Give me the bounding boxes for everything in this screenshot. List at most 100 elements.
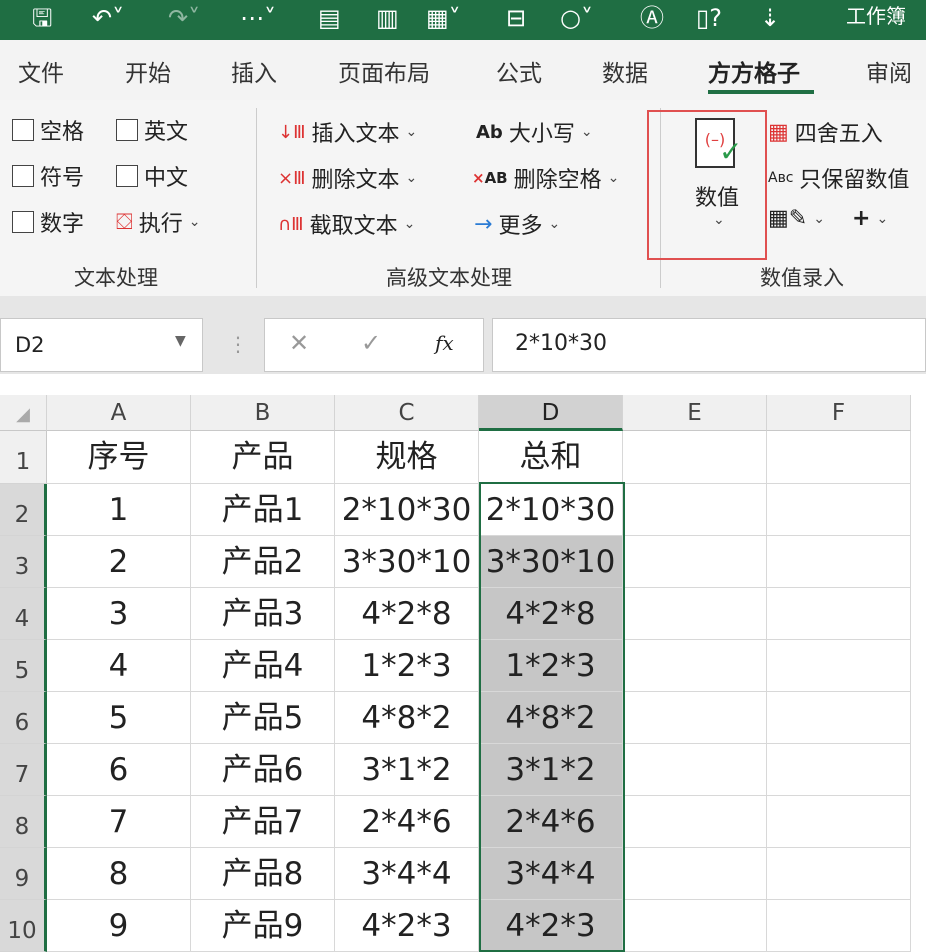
column-header-f[interactable]: F	[767, 395, 911, 431]
cell-b3[interactable]: 产品2	[191, 536, 335, 588]
tab-data[interactable]: 数据	[602, 54, 648, 88]
fit-icon[interactable]: ⊟	[506, 4, 526, 32]
cell-b5[interactable]: 产品4	[191, 640, 335, 692]
execute-button[interactable]: ⛋执行⌄	[116, 206, 201, 238]
tab-page-layout[interactable]: 页面布局	[338, 54, 430, 88]
tab-review[interactable]: 审阅	[866, 54, 912, 88]
edit-table-button[interactable]: ▦✎⌄	[768, 206, 825, 231]
cell-e5[interactable]	[623, 640, 767, 692]
column-header-d[interactable]: D	[479, 395, 623, 431]
shape-icon[interactable]: ○˅	[560, 4, 593, 32]
cell-e10[interactable]	[623, 900, 767, 952]
name-box[interactable]: D2 ▼	[0, 318, 203, 372]
cell-a10[interactable]: 9	[47, 900, 191, 952]
help-icon[interactable]: ▯?	[696, 4, 722, 32]
tab-formulas[interactable]: 公式	[496, 54, 542, 88]
cell-f1[interactable]	[767, 431, 911, 484]
row-header[interactable]: 8	[0, 796, 47, 848]
cell-b6[interactable]: 产品5	[191, 692, 335, 744]
cell-f5[interactable]	[767, 640, 911, 692]
case-button[interactable]: Ab大小写⌄	[476, 116, 593, 148]
cell-e2[interactable]	[623, 484, 767, 536]
cell-a1[interactable]: 序号	[47, 431, 191, 484]
tab-file[interactable]: 文件	[18, 54, 64, 88]
enter-icon[interactable]: ✓	[361, 329, 381, 357]
column-header-e[interactable]: E	[623, 395, 767, 431]
row-header[interactable]: 4	[0, 588, 47, 640]
cell-c2[interactable]: 2*10*30	[335, 484, 479, 536]
row-header[interactable]: 9	[0, 848, 47, 900]
checkbox-symbol[interactable]: 符号	[12, 160, 84, 192]
row-header[interactable]: 5	[0, 640, 47, 692]
cell-a6[interactable]: 5	[47, 692, 191, 744]
cell-a9[interactable]: 8	[47, 848, 191, 900]
row-header[interactable]: 10	[0, 900, 47, 952]
cell-e7[interactable]	[623, 744, 767, 796]
cell-e3[interactable]	[623, 536, 767, 588]
cell-b7[interactable]: 产品6	[191, 744, 335, 796]
cell-f6[interactable]	[767, 692, 911, 744]
cell-c6[interactable]: 4*8*2	[335, 692, 479, 744]
keep-values-button[interactable]: Aʙᴄ只保留数值	[768, 162, 909, 194]
cell-a2[interactable]: 1	[47, 484, 191, 536]
cell-b2[interactable]: 产品1	[191, 484, 335, 536]
cell-c4[interactable]: 4*2*8	[335, 588, 479, 640]
cell-b9[interactable]: 产品8	[191, 848, 335, 900]
customize-icon[interactable]: ⇣	[760, 4, 780, 32]
fill-icon[interactable]: ▦˅	[426, 4, 461, 32]
cell-e4[interactable]	[623, 588, 767, 640]
insert-text-button[interactable]: ↓Ⅲ插入文本⌄	[278, 116, 417, 148]
cell-f3[interactable]	[767, 536, 911, 588]
cell-c8[interactable]: 2*4*6	[335, 796, 479, 848]
cell-c9[interactable]: 3*4*4	[335, 848, 479, 900]
row-header[interactable]: 7	[0, 744, 47, 796]
cell-c3[interactable]: 3*30*10	[335, 536, 479, 588]
function-icon[interactable]: fx	[435, 331, 454, 355]
cancel-icon[interactable]: ✕	[289, 329, 309, 357]
cell-a7[interactable]: 6	[47, 744, 191, 796]
cell-f10[interactable]	[767, 900, 911, 952]
cell-e1[interactable]	[623, 431, 767, 484]
cell-c10[interactable]: 4*2*3	[335, 900, 479, 952]
cell-a4[interactable]: 3	[47, 588, 191, 640]
save-icon[interactable]: 🖫	[32, 4, 52, 32]
cell-b4[interactable]: 产品3	[191, 588, 335, 640]
undo-icon[interactable]: ↶˅	[92, 4, 124, 32]
cell-f2[interactable]	[767, 484, 911, 536]
cell-a3[interactable]: 2	[47, 536, 191, 588]
more-options-icon[interactable]: ⋮	[228, 332, 248, 356]
column-header-a[interactable]: A	[47, 395, 191, 431]
redo-icon[interactable]: ↷˅	[168, 4, 200, 32]
row-header[interactable]: 3	[0, 536, 47, 588]
column-header-c[interactable]: C	[335, 395, 479, 431]
cell-f9[interactable]	[767, 848, 911, 900]
chart-icon[interactable]: ▥	[376, 4, 399, 32]
checkbox-english[interactable]: 英文	[116, 114, 188, 146]
column-header-b[interactable]: B	[191, 395, 335, 431]
row-header[interactable]: 1	[0, 431, 47, 484]
more-button[interactable]: →更多⌄	[474, 208, 560, 240]
text-box-icon[interactable]: Ⓐ	[640, 4, 664, 32]
cell-f7[interactable]	[767, 744, 911, 796]
cell-f4[interactable]	[767, 588, 911, 640]
delete-space-button[interactable]: ×AB删除空格⌄	[472, 162, 619, 194]
cell-d1[interactable]: 总和	[479, 431, 623, 484]
cell-c1[interactable]: 规格	[335, 431, 479, 484]
checkbox-chinese[interactable]: 中文	[116, 160, 188, 192]
cell-e6[interactable]	[623, 692, 767, 744]
dropdown-icon[interactable]: ▼	[175, 333, 186, 349]
checkbox-space[interactable]: 空格	[12, 114, 84, 146]
border-icon[interactable]: ⋯˅	[240, 4, 276, 32]
cell-a8[interactable]: 7	[47, 796, 191, 848]
cell-c7[interactable]: 3*1*2	[335, 744, 479, 796]
add-button[interactable]: +⌄	[852, 206, 888, 231]
cell-e9[interactable]	[623, 848, 767, 900]
round-button[interactable]: ▦四舍五入	[768, 116, 883, 148]
delete-text-button[interactable]: ×Ⅲ删除文本⌄	[278, 162, 417, 194]
cell-a5[interactable]: 4	[47, 640, 191, 692]
cell-f8[interactable]	[767, 796, 911, 848]
value-button[interactable]: (–)✓ 数值 ⌄	[647, 110, 767, 260]
cell-e8[interactable]	[623, 796, 767, 848]
cell-b10[interactable]: 产品9	[191, 900, 335, 952]
formula-input[interactable]: 2*10*30	[492, 318, 926, 372]
